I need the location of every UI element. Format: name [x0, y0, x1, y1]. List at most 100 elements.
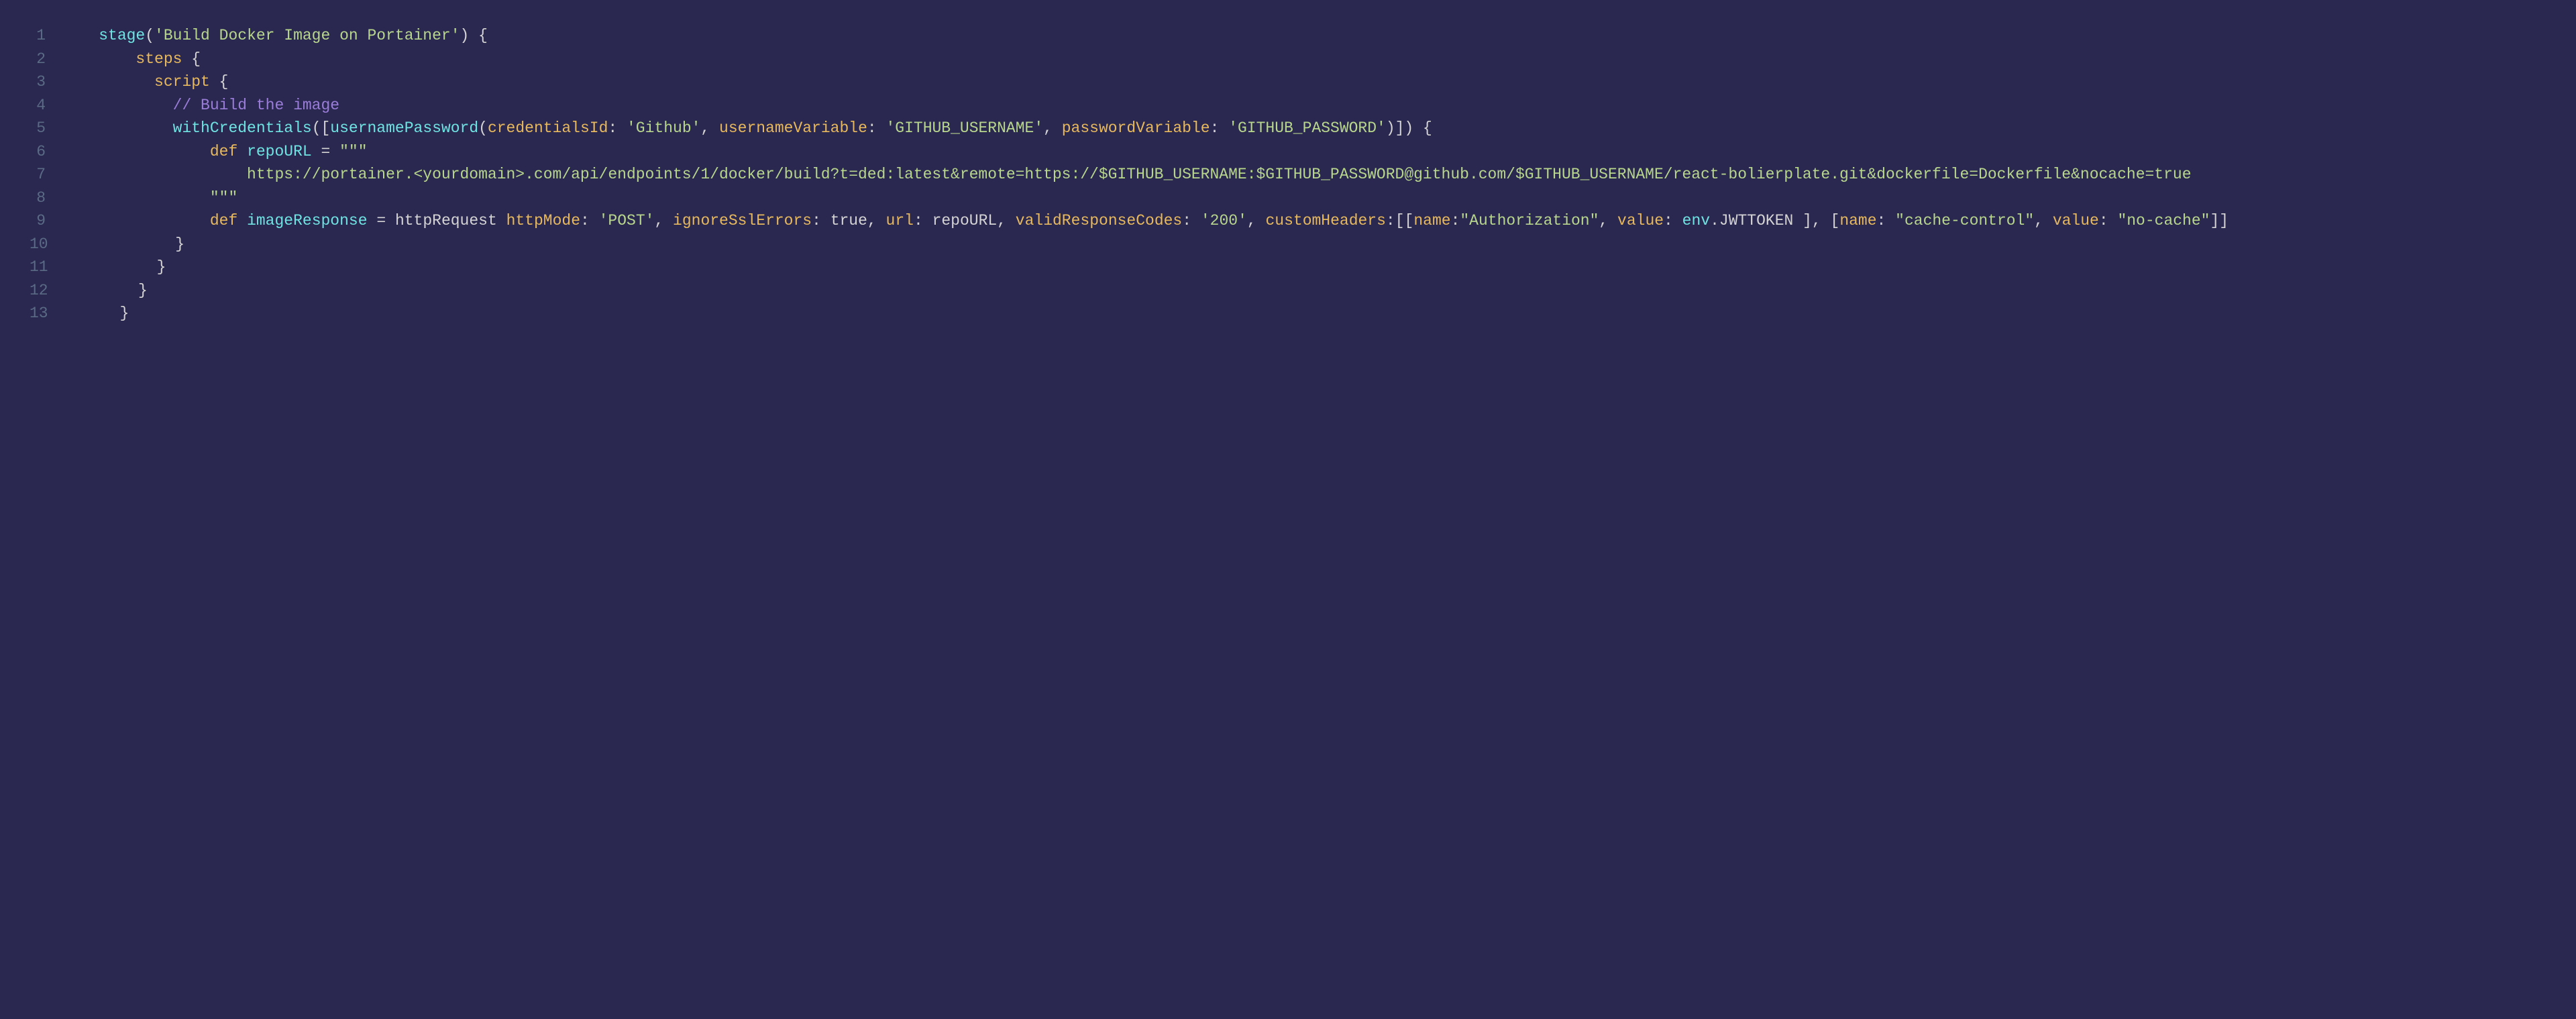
code-line: 5 withCredentials([usernamePassword(cred… — [30, 117, 2546, 140]
token: value — [2053, 212, 2099, 229]
token: "Authorization" — [1460, 212, 1599, 229]
code-line: 7 https://portainer.<yourdomain>.com/api… — [30, 163, 2546, 186]
token — [237, 212, 247, 229]
line-number: 2 — [30, 48, 62, 71]
token: url — [886, 212, 914, 229]
token: , — [997, 212, 1016, 229]
line-number: 4 — [30, 94, 62, 117]
token: true — [830, 212, 867, 229]
token: : — [1182, 212, 1201, 229]
token: , — [1043, 119, 1062, 137]
code-line: 10 } — [30, 233, 2546, 256]
line-number: 10 — [30, 233, 64, 256]
code-line: 1 stage('Build Docker Image on Portainer… — [30, 24, 2546, 48]
token — [62, 73, 154, 91]
token: : — [867, 119, 886, 137]
token: https://portainer.<yourdomain>.com/api/e… — [247, 166, 2191, 183]
token: value — [1617, 212, 1664, 229]
token — [62, 27, 99, 44]
line-number: 9 — [30, 209, 62, 233]
token: credentialsId — [488, 119, 608, 137]
line-content: https://portainer.<yourdomain>.com/api/e… — [62, 163, 2546, 186]
token: } — [64, 305, 129, 322]
token: withCredentials — [173, 119, 312, 137]
line-content: stage('Build Docker Image on Portainer')… — [62, 24, 2546, 48]
token: : — [2099, 212, 2118, 229]
token — [62, 143, 210, 160]
token: name — [1839, 212, 1876, 229]
token: script — [154, 73, 210, 91]
token: 'POST' — [599, 212, 655, 229]
line-content: } — [64, 233, 2546, 256]
token: { — [182, 50, 201, 68]
token: } — [64, 235, 184, 253]
code-line: 13 } — [30, 302, 2546, 325]
token: usernameVariable — [719, 119, 867, 137]
token: ], [ — [1793, 212, 1839, 229]
token: """ — [210, 189, 237, 207]
token: . — [1710, 212, 1719, 229]
token: httpMode — [506, 212, 580, 229]
token: : — [1210, 119, 1229, 137]
token: customHeaders — [1265, 212, 1385, 229]
line-number: 5 — [30, 117, 62, 140]
token: , — [654, 212, 673, 229]
token: httpRequest — [395, 212, 497, 229]
token: : — [914, 212, 932, 229]
token: validResponseCodes — [1016, 212, 1182, 229]
code-line: 11 } — [30, 256, 2546, 279]
token: ( — [145, 27, 154, 44]
line-number: 6 — [30, 140, 62, 164]
token: 'GITHUB_PASSWORD' — [1228, 119, 1386, 137]
token: , — [1247, 212, 1266, 229]
token: , — [1599, 212, 1617, 229]
token: = — [368, 212, 395, 229]
token: // Build the image — [173, 97, 339, 114]
token — [62, 166, 247, 183]
token: JWTTOKEN — [1719, 212, 1793, 229]
line-content: """ — [62, 186, 2546, 210]
token: 'Build Docker Image on Portainer' — [154, 27, 460, 44]
token: repoURL — [932, 212, 998, 229]
token — [237, 143, 247, 160]
token — [62, 97, 173, 114]
token: = — [312, 143, 339, 160]
token: ([ — [312, 119, 331, 137]
token: , — [2034, 212, 2053, 229]
line-content: def imageResponse = httpRequest httpMode… — [62, 209, 2546, 233]
line-number: 3 — [30, 70, 62, 94]
token: , — [700, 119, 719, 137]
token: "cache-control" — [1895, 212, 2034, 229]
token: """ — [339, 143, 367, 160]
token: :[[ — [1386, 212, 1413, 229]
code-line: 9 def imageResponse = httpRequest httpMo… — [30, 209, 2546, 233]
token: )]) { — [1386, 119, 1432, 137]
line-content: def repoURL = """ — [62, 140, 2546, 164]
line-number: 7 — [30, 163, 62, 186]
token: usernamePassword — [330, 119, 478, 137]
code-line: 8 """ — [30, 186, 2546, 210]
token: def — [210, 212, 237, 229]
token: ( — [478, 119, 488, 137]
line-content: } — [64, 279, 2546, 303]
token: stage — [99, 27, 145, 44]
token: } — [64, 258, 166, 276]
line-number: 13 — [30, 302, 64, 325]
line-number: 1 — [30, 24, 62, 48]
line-content: } — [64, 302, 2546, 325]
token: name — [1413, 212, 1450, 229]
line-number: 12 — [30, 279, 64, 303]
token — [62, 119, 173, 137]
token: 'GITHUB_USERNAME' — [885, 119, 1043, 137]
token: imageResponse — [247, 212, 367, 229]
token: , — [867, 212, 886, 229]
token: passwordVariable — [1062, 119, 1210, 137]
token: repoURL — [247, 143, 312, 160]
line-content: } — [64, 256, 2546, 279]
token: : — [1877, 212, 1896, 229]
code-line: 2 steps { — [30, 48, 2546, 71]
line-number: 8 — [30, 186, 62, 210]
token — [62, 189, 210, 207]
code-line: 3 script { — [30, 70, 2546, 94]
code-line: 12 } — [30, 279, 2546, 303]
